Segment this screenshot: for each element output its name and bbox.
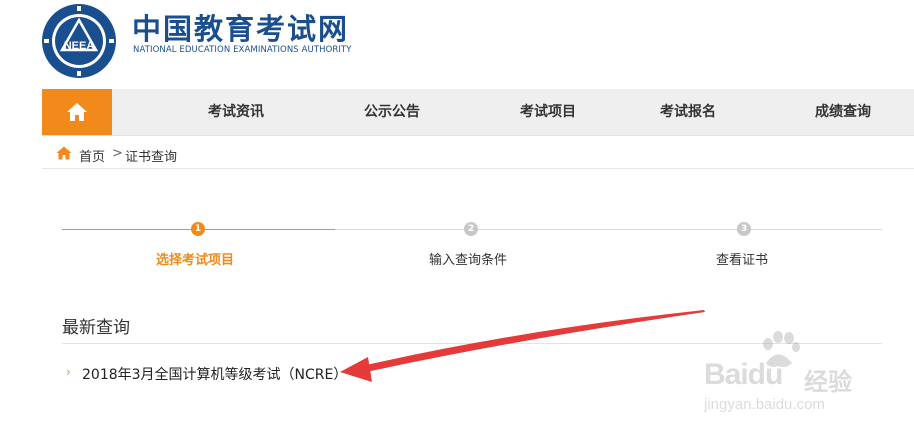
watermark-brand: Baidu [704, 358, 783, 391]
watermark-cn: 经验 [804, 368, 852, 396]
watermark-url: jingyan.baidu.com [704, 396, 825, 413]
baidu-watermark: Baidu 经验 jingyan.baidu.com [700, 330, 880, 420]
